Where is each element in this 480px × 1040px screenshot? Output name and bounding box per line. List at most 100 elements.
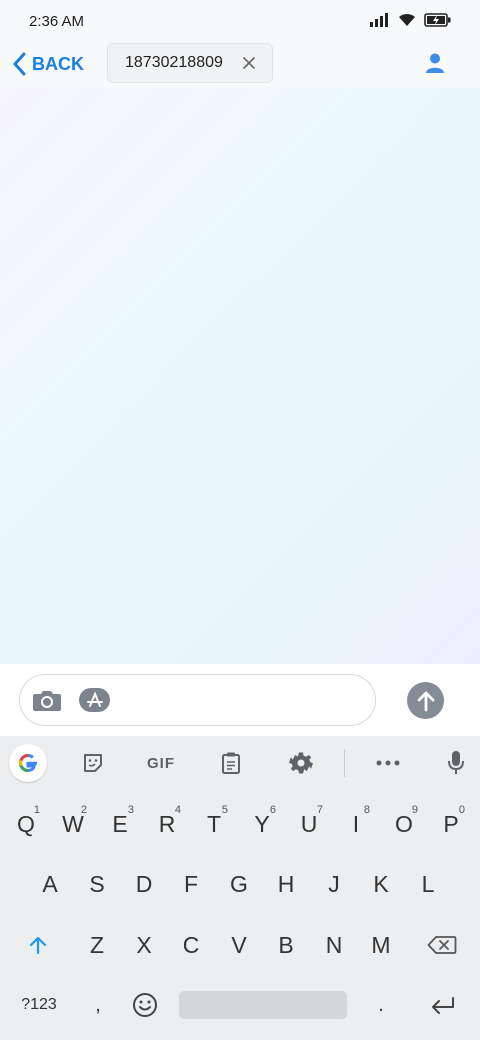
key-p[interactable]: P0 <box>429 802 473 846</box>
key-o[interactable]: O9 <box>382 802 426 846</box>
sticker-icon <box>84 754 102 772</box>
shift-arrow-icon <box>29 936 47 955</box>
settings-button[interactable] <box>284 745 318 781</box>
emoji-icon <box>133 993 157 1017</box>
key-hint: 2 <box>80 804 87 816</box>
key-i[interactable]: I8 <box>334 802 378 846</box>
keyboard-toolbar: GIF <box>0 736 480 790</box>
key-label: N <box>325 931 343 958</box>
gif-button[interactable]: GIF <box>140 745 182 781</box>
key-label: K <box>373 870 389 897</box>
key-label: O <box>395 810 413 837</box>
key-label: D <box>135 870 153 897</box>
message-input[interactable] <box>19 674 376 726</box>
period-label: . <box>378 993 384 1016</box>
key-g[interactable]: G <box>216 862 262 906</box>
period-key[interactable]: . <box>362 983 400 1027</box>
key-r[interactable]: R4 <box>145 802 189 846</box>
key-a[interactable]: A <box>27 862 73 906</box>
key-label: M <box>371 931 391 958</box>
recipient-chip[interactable]: 18730218809 <box>107 43 273 83</box>
key-l[interactable]: L <box>405 862 451 906</box>
symbols-label: ?123 <box>21 996 57 1013</box>
compose-bar <box>0 664 480 736</box>
message-thread <box>0 88 480 664</box>
sticker-button[interactable] <box>76 745 110 781</box>
key-label: H <box>277 870 295 897</box>
recipient-number: 18730218809 <box>125 54 223 71</box>
gif-label: GIF <box>147 754 175 772</box>
key-label: P <box>443 810 459 837</box>
key-j[interactable]: J <box>311 862 357 906</box>
key-h[interactable]: H <box>263 862 309 906</box>
key-e[interactable]: E3 <box>98 802 142 846</box>
key-s[interactable]: S <box>74 862 120 906</box>
app-store-icon[interactable] <box>78 684 112 716</box>
key-hint: 7 <box>316 804 323 816</box>
key-v[interactable]: V <box>216 923 262 967</box>
key-label: C <box>182 931 200 958</box>
wifi-icon <box>399 13 415 26</box>
key-label: F <box>183 870 199 897</box>
send-button[interactable] <box>407 682 444 719</box>
backspace-icon <box>427 936 457 954</box>
key-label: R <box>158 810 176 837</box>
key-hint: 4 <box>174 804 181 816</box>
enter-key[interactable] <box>418 983 466 1027</box>
key-b[interactable]: B <box>263 923 309 967</box>
clipboard-button[interactable] <box>214 745 248 781</box>
navigation-bar: BACK 18730218809 <box>0 42 480 88</box>
symbols-key[interactable]: ?123 <box>10 983 68 1027</box>
key-u[interactable]: U7 <box>287 802 331 846</box>
key-z[interactable]: Z <box>74 923 120 967</box>
close-icon[interactable] <box>240 54 258 72</box>
key-q[interactable]: Q1 <box>4 802 48 846</box>
signal-icon <box>370 13 388 27</box>
back-button[interactable]: BACK <box>12 50 84 78</box>
google-search-button[interactable] <box>9 744 47 782</box>
enter-icon <box>432 997 454 1014</box>
comma-key[interactable]: , <box>80 983 116 1027</box>
key-label: B <box>278 931 294 958</box>
space-key[interactable] <box>179 991 347 1019</box>
key-hint: 5 <box>221 804 228 816</box>
key-label: Z <box>89 931 105 958</box>
key-label: E <box>112 810 128 837</box>
key-hint: 8 <box>363 804 370 816</box>
more-horizontal-icon <box>376 760 400 766</box>
key-hint: 1 <box>33 804 40 816</box>
key-label: Q <box>17 810 35 837</box>
shift-key[interactable] <box>14 923 62 967</box>
key-t[interactable]: T5 <box>192 802 236 846</box>
key-w[interactable]: W2 <box>51 802 95 846</box>
key-label: A <box>42 870 58 897</box>
key-label: I <box>352 810 360 837</box>
key-f[interactable]: F <box>168 862 214 906</box>
more-button[interactable] <box>370 745 406 781</box>
gear-icon <box>289 752 313 774</box>
voice-input-button[interactable] <box>440 745 472 781</box>
key-label: U <box>300 810 318 837</box>
contact-icon[interactable] <box>424 52 446 74</box>
status-bar: 2:36 AM <box>0 0 480 42</box>
back-label: BACK <box>32 53 84 74</box>
key-x[interactable]: X <box>121 923 167 967</box>
key-label: V <box>231 931 247 958</box>
key-label: L <box>421 870 435 897</box>
status-icons <box>370 13 452 27</box>
key-label: J <box>328 870 340 897</box>
key-c[interactable]: C <box>168 923 214 967</box>
key-k[interactable]: K <box>358 862 404 906</box>
key-d[interactable]: D <box>121 862 167 906</box>
status-time: 2:36 AM <box>29 13 85 30</box>
key-hint: 0 <box>458 804 465 816</box>
key-m[interactable]: M <box>358 923 404 967</box>
camera-icon[interactable] <box>32 688 62 712</box>
backspace-key[interactable] <box>418 923 466 967</box>
key-n[interactable]: N <box>311 923 357 967</box>
emoji-key[interactable] <box>124 983 166 1027</box>
google-icon <box>18 753 37 773</box>
key-y[interactable]: Y6 <box>240 802 284 846</box>
key-label: Y <box>254 810 270 837</box>
microphone-icon <box>448 751 464 774</box>
